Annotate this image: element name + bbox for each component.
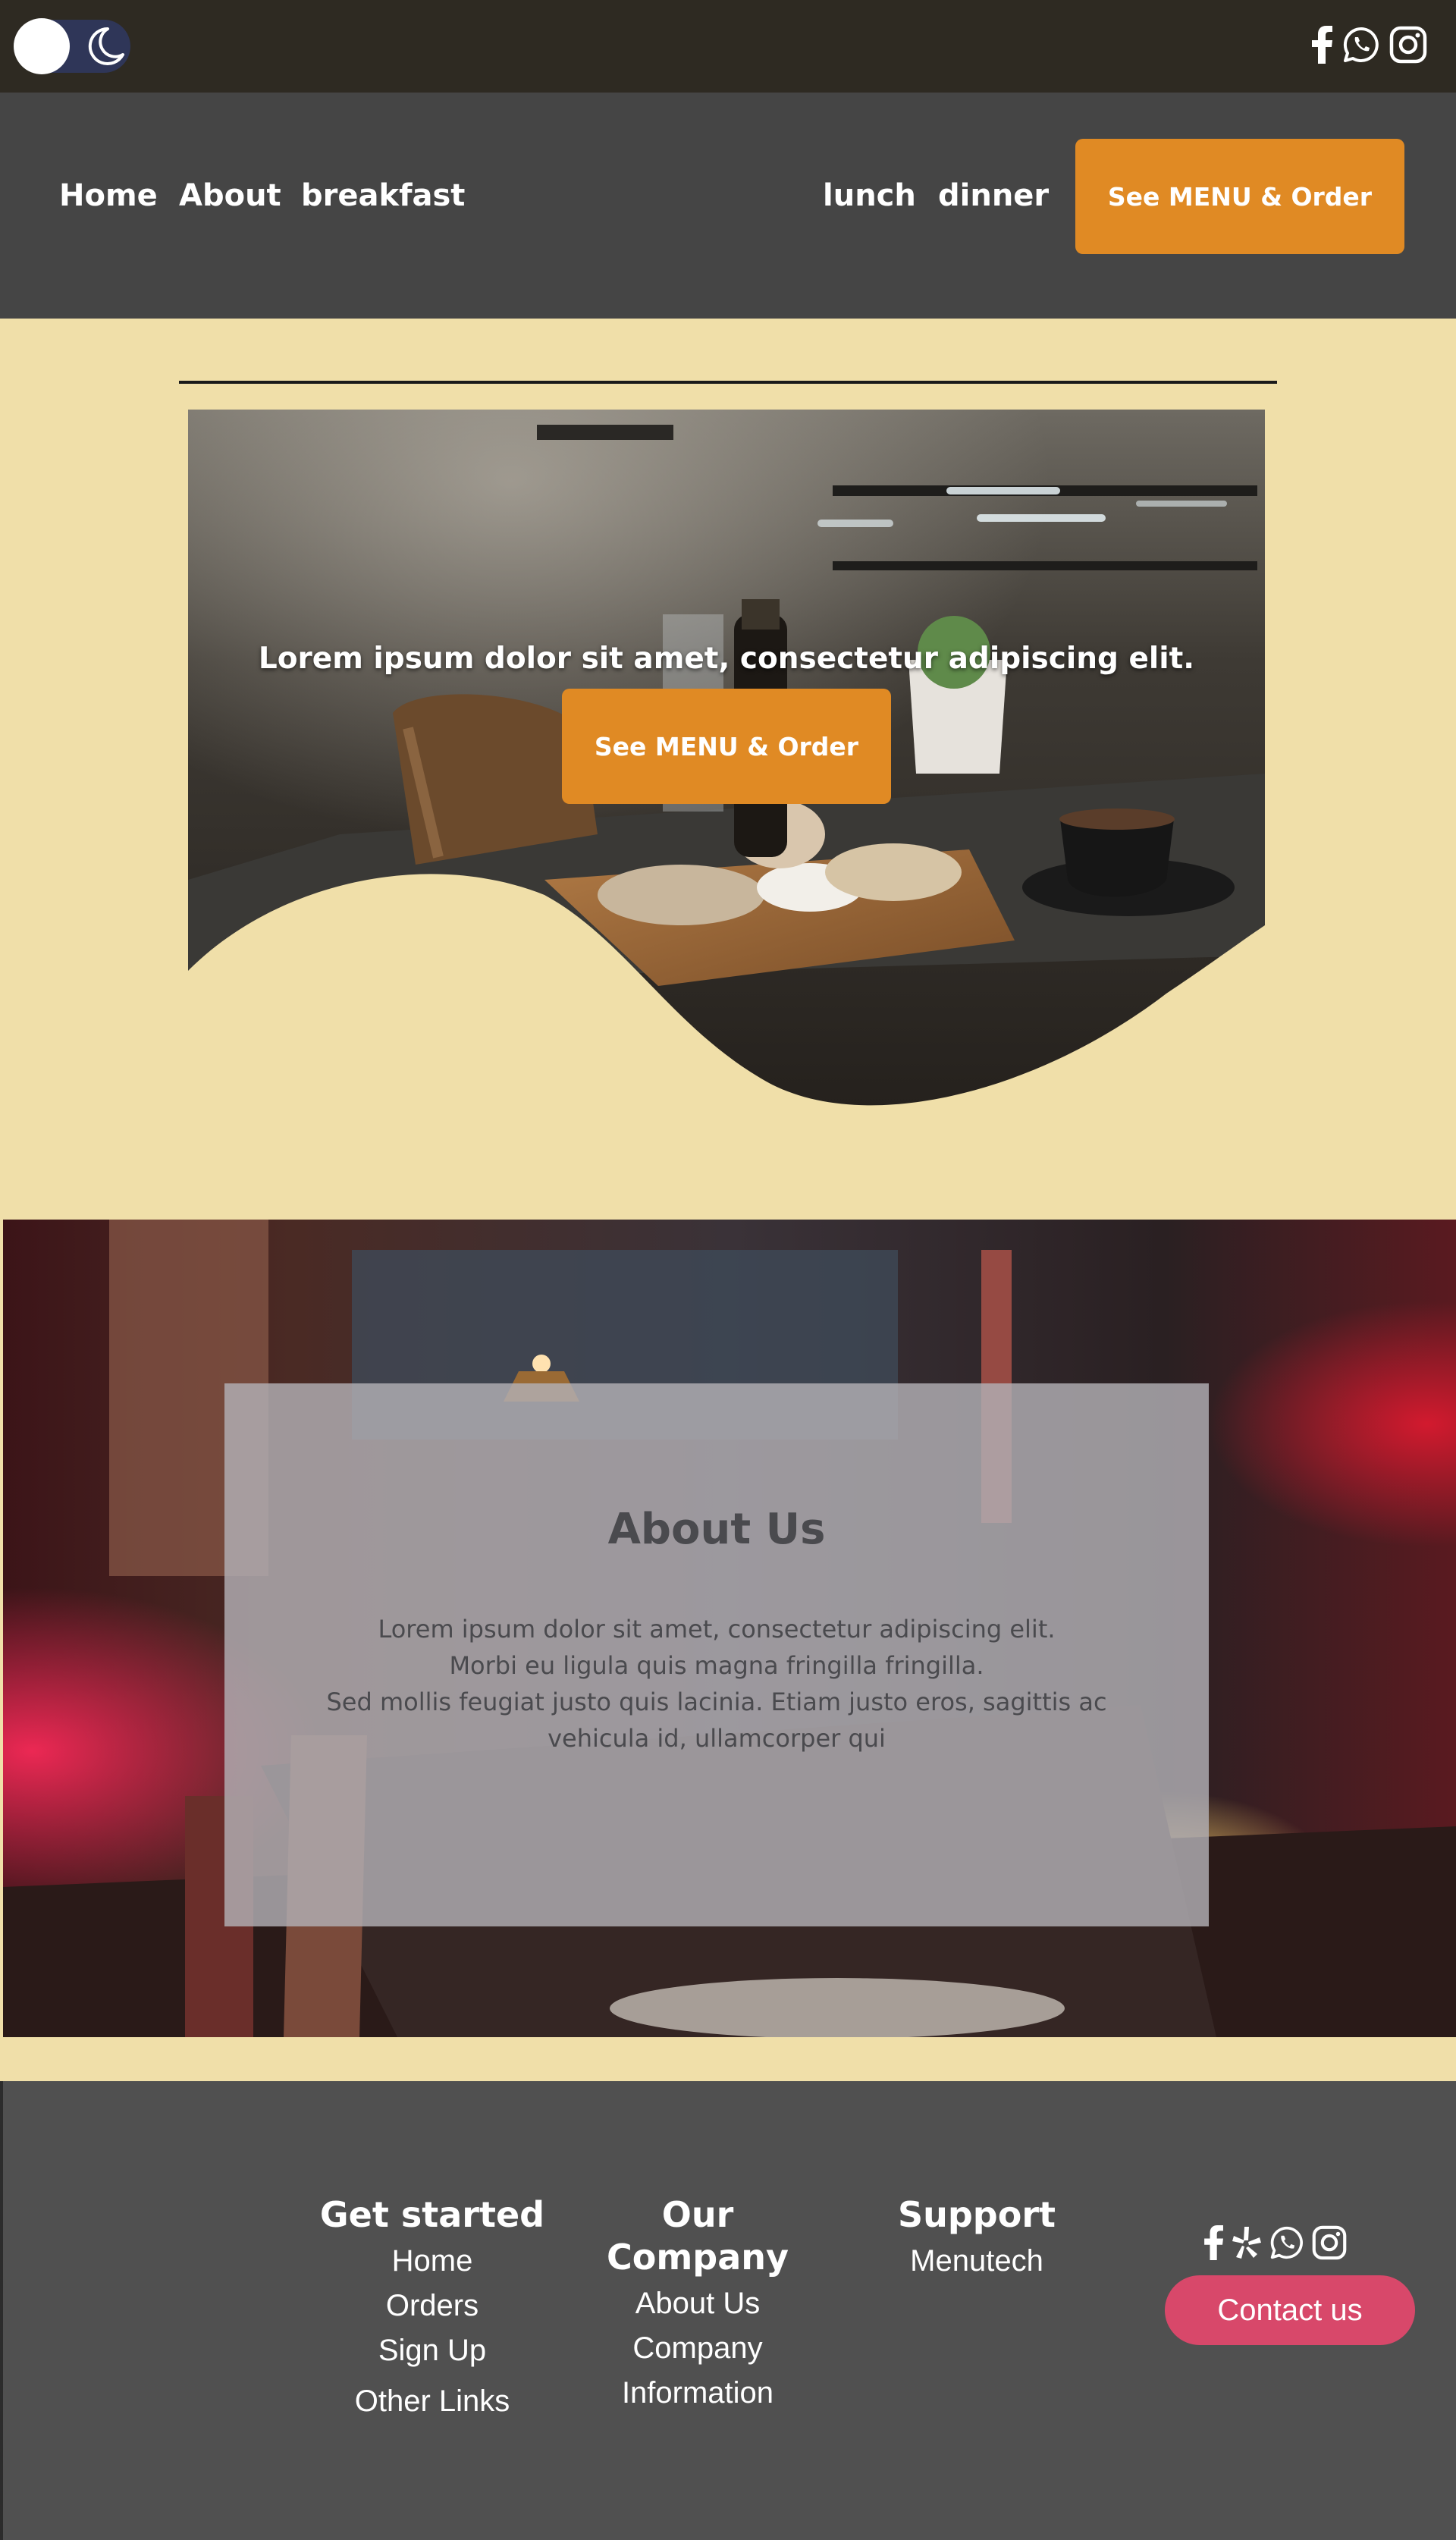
about-line: Morbi eu ligula quis magna fringilla fri… — [449, 1651, 984, 1680]
facebook-icon[interactable] — [1204, 2225, 1224, 2260]
footer-link-home[interactable]: Home — [318, 2239, 546, 2284]
footer-link-menutech[interactable]: Menutech — [871, 2239, 1083, 2284]
footer-link-orders[interactable]: Orders — [318, 2284, 546, 2328]
hero-tagline: Lorem ipsum dolor sit amet, consectetur … — [258, 642, 1195, 676]
footer-col-our-company: Our Company About Us Company Information — [569, 2193, 827, 2416]
instagram-icon[interactable] — [1389, 26, 1427, 64]
about-line: vehicula id, ullamcorper qui — [548, 1724, 886, 1753]
nav-link-about[interactable]: About — [179, 177, 281, 214]
nav-link-dinner[interactable]: dinner — [938, 177, 1049, 214]
footer-link-information[interactable]: Information — [569, 2371, 827, 2416]
moon-icon — [88, 27, 124, 65]
footer-col-get-started: Get started Home Orders Sign Up Other Li… — [318, 2193, 546, 2424]
top-bar — [0, 0, 1456, 93]
nav-link-lunch[interactable]: lunch — [823, 177, 916, 214]
footer-link-about-us[interactable]: About Us — [569, 2281, 827, 2326]
nav-link-home[interactable]: Home — [59, 177, 158, 214]
facebook-icon[interactable] — [1312, 26, 1333, 64]
about-section: About Us Lorem ipsum dolor sit amet, con… — [3, 1220, 1456, 2037]
nav-menu-order-button[interactable]: See MENU & Order — [1075, 139, 1404, 254]
footer-link-sign-up[interactable]: Sign Up — [318, 2328, 546, 2373]
footer-col-support: Support Menutech — [871, 2193, 1083, 2284]
top-social-links — [1312, 26, 1427, 64]
footer-social-links — [1204, 2225, 1347, 2260]
hero-divider — [179, 381, 1277, 384]
yelp-icon[interactable] — [1232, 2225, 1262, 2260]
hero-banner: Lorem ipsum dolor sit amet, consectetur … — [188, 410, 1265, 1126]
footer-edge — [0, 2081, 3, 2540]
whatsapp-icon[interactable] — [1342, 26, 1380, 64]
whatsapp-icon[interactable] — [1269, 2225, 1304, 2260]
theme-toggle[interactable] — [14, 18, 130, 74]
footer: Get started Home Orders Sign Up Other Li… — [0, 2081, 1456, 2540]
footer-heading: Our Company — [607, 2194, 789, 2278]
nav-link-breakfast[interactable]: breakfast — [301, 177, 465, 214]
about-body: Lorem ipsum dolor sit amet, consectetur … — [300, 1611, 1133, 1757]
about-line: Sed mollis feugiat justo quis lacinia. E… — [326, 1688, 1107, 1716]
toggle-knob — [14, 18, 70, 74]
hero-menu-order-button[interactable]: See MENU & Order — [562, 689, 891, 804]
footer-link-company[interactable]: Company — [569, 2326, 827, 2371]
contact-us-button[interactable]: Contact us — [1165, 2275, 1415, 2345]
footer-heading: Support — [897, 2194, 1056, 2235]
footer-link-other-links[interactable]: Other Links — [318, 2379, 546, 2424]
about-line: Lorem ipsum dolor sit amet, consectetur … — [378, 1615, 1056, 1644]
about-card: About Us Lorem ipsum dolor sit amet, con… — [224, 1383, 1209, 1926]
about-title: About Us — [607, 1505, 826, 1554]
instagram-icon[interactable] — [1312, 2225, 1347, 2260]
footer-heading: Get started — [319, 2194, 545, 2235]
